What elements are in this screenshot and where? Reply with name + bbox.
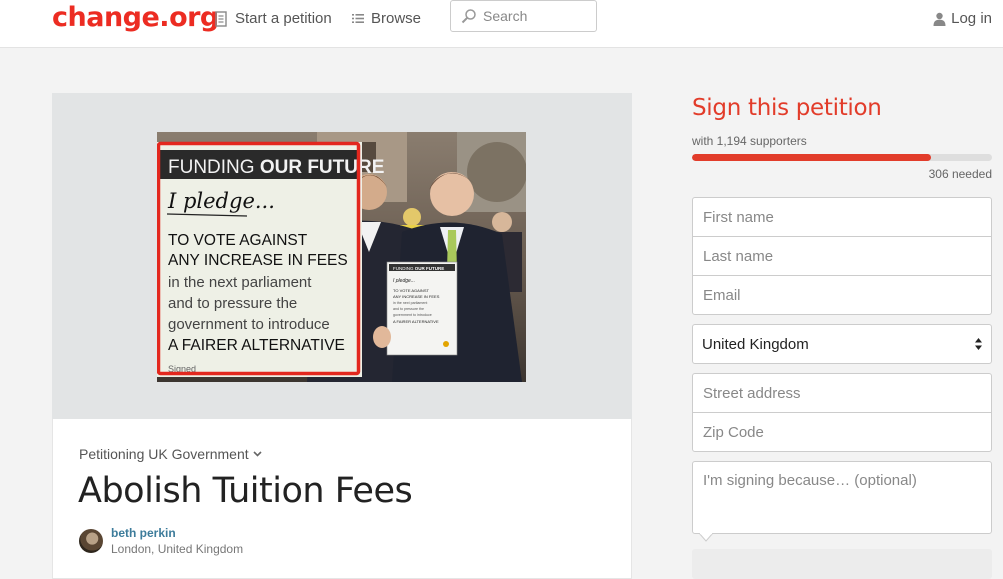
first-name-field bbox=[693, 198, 991, 237]
speech-tail-icon bbox=[699, 533, 713, 542]
sign-line: TO VOTE AGAINST bbox=[168, 232, 308, 249]
zip-code-field bbox=[693, 413, 991, 452]
supporter-count: with 1,194 supporters bbox=[692, 134, 807, 148]
svg-text:in the next parliament: in the next parliament bbox=[393, 301, 427, 305]
country-select[interactable]: United Kingdom bbox=[692, 324, 992, 364]
svg-text:I pledge...: I pledge... bbox=[393, 278, 415, 284]
sign-button[interactable] bbox=[692, 549, 992, 579]
author-name-link[interactable]: beth perkin bbox=[111, 526, 176, 540]
address-fields bbox=[692, 373, 992, 452]
svg-text:TO VOTE AGAINST: TO VOTE AGAINST bbox=[393, 288, 429, 293]
svg-text:and to pressure the: and to pressure the bbox=[393, 307, 424, 311]
author-location: London, United Kingdom bbox=[111, 542, 244, 556]
document-icon bbox=[214, 10, 228, 27]
sign-petition-heading: Sign this petition bbox=[692, 95, 882, 121]
author-avatar[interactable] bbox=[79, 529, 103, 553]
petition-photo: FUNDING OUR FUTURE I pledge... TO VOTE A… bbox=[157, 132, 526, 382]
svg-text:A FAIRER ALTERNATIVE: A FAIRER ALTERNATIVE bbox=[393, 319, 439, 324]
petition-media-area: FUNDING OUR FUTURE I pledge... TO VOTE A… bbox=[52, 93, 632, 419]
street-address-input[interactable] bbox=[693, 383, 991, 403]
login-link[interactable]: Log in bbox=[933, 10, 992, 27]
signature-progress-bar bbox=[692, 154, 992, 161]
svg-text:FUNDING OUR FUTURE: FUNDING OUR FUTURE bbox=[393, 266, 444, 271]
chevron-down-icon bbox=[253, 451, 262, 457]
sign-line: and to pressure the bbox=[168, 295, 297, 312]
sign-line: in the next parliament bbox=[168, 274, 312, 291]
petitioning-target[interactable]: Petitioning UK Government bbox=[79, 446, 262, 462]
progress-fill bbox=[692, 154, 931, 161]
last-name-field bbox=[693, 237, 991, 276]
browse-label: Browse bbox=[371, 10, 422, 27]
top-navigation-bar: change.org Start a petition Browse Log i… bbox=[0, 0, 1003, 48]
sign-pledge-text: I pledge... bbox=[167, 189, 275, 213]
user-icon bbox=[933, 12, 946, 26]
signatures-needed: 306 needed bbox=[928, 167, 992, 181]
email-input[interactable] bbox=[693, 286, 991, 305]
last-name-input[interactable] bbox=[693, 246, 991, 266]
svg-text:government to introduce: government to introduce bbox=[393, 313, 432, 317]
search-box[interactable] bbox=[450, 0, 597, 32]
sign-line: A FAIRER ALTERNATIVE bbox=[168, 337, 345, 354]
zip-code-input[interactable] bbox=[693, 423, 991, 442]
search-icon bbox=[461, 8, 477, 24]
select-arrows-icon bbox=[974, 337, 983, 351]
petitioning-label: Petitioning UK Government bbox=[79, 446, 249, 462]
browse-link[interactable]: Browse bbox=[352, 10, 421, 27]
start-petition-label: Start a petition bbox=[235, 10, 332, 27]
list-icon bbox=[352, 13, 364, 24]
sign-heading: FUNDING OUR FUTURE bbox=[168, 157, 384, 178]
sign-line: government to introduce bbox=[168, 316, 330, 333]
country-value: United Kingdom bbox=[702, 335, 809, 353]
search-input[interactable] bbox=[481, 7, 595, 25]
svg-text:ANY INCREASE IN FEES: ANY INCREASE IN FEES bbox=[393, 294, 440, 299]
email-field bbox=[693, 276, 991, 315]
change-org-logo[interactable]: change.org bbox=[52, 2, 219, 33]
first-name-input[interactable] bbox=[693, 207, 991, 227]
petition-info-card: Petitioning UK Government Abolish Tuitio… bbox=[52, 419, 632, 579]
login-label: Log in bbox=[951, 10, 992, 27]
sign-line: ANY INCREASE IN FEES bbox=[168, 252, 348, 269]
start-petition-link[interactable]: Start a petition bbox=[214, 10, 332, 27]
reason-box bbox=[692, 461, 992, 534]
name-email-fields bbox=[692, 197, 992, 315]
reason-textarea[interactable] bbox=[693, 462, 991, 533]
street-address-field bbox=[693, 374, 991, 413]
petition-title: Abolish Tuition Fees bbox=[78, 471, 413, 511]
